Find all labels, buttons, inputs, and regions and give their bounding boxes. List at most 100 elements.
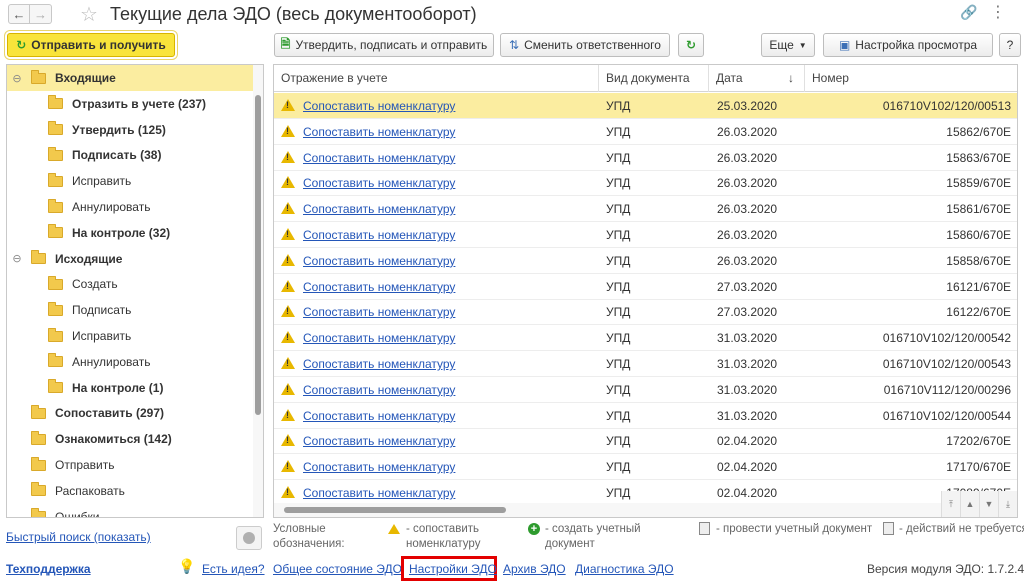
match-items-link[interactable]: Сопоставить номенклатуру: [303, 454, 455, 480]
scroll-bottom-icon[interactable]: ⤓: [998, 491, 1017, 517]
match-items-link[interactable]: Сопоставить номенклатуру: [303, 428, 455, 454]
tree-item[interactable]: Исправить: [7, 323, 253, 349]
tree-item[interactable]: Подписать: [7, 297, 253, 323]
match-items-link[interactable]: Сопоставить номенклатуру: [303, 299, 455, 325]
table-row[interactable]: Сопоставить номенклатуру УПД 26.03.2020 158…: [274, 170, 1017, 197]
doc-type-cell: УПД: [606, 99, 631, 113]
table-row[interactable]: Сопоставить номенклатуру УПД 26.03.2020 158…: [274, 222, 1017, 248]
link-icon[interactable]: 🔗: [960, 4, 977, 21]
warning-icon: [281, 124, 295, 137]
match-items-link[interactable]: Сопоставить номенклатуру: [303, 274, 455, 300]
documents-table: Отражение в учете Вид документа Дата ↓ Н…: [273, 64, 1018, 518]
tree-scroll-thumb[interactable]: [255, 95, 261, 415]
tree-item[interactable]: ⊖ Входящие: [7, 65, 253, 91]
view-settings-button[interactable]: ▣ Настройка просмотра: [823, 33, 993, 57]
match-items-link[interactable]: Сопоставить номенклатуру: [303, 377, 455, 403]
folder-icon: [48, 95, 63, 110]
more-menu-icon[interactable]: ⋮: [990, 2, 1006, 22]
idea-link[interactable]: Есть идея?: [202, 562, 265, 576]
edo-settings-link[interactable]: Настройки ЭДО: [409, 562, 497, 576]
tree-item[interactable]: Создать: [7, 271, 253, 297]
column-header-accounting[interactable]: Отражение в учете: [274, 65, 599, 92]
tree-item[interactable]: Ошибки: [7, 504, 253, 517]
table-row[interactable]: Сопоставить номенклатуру УПД 31.03.2020 016…: [274, 351, 1017, 377]
match-items-link[interactable]: Сопоставить номенклатуру: [303, 145, 455, 171]
match-items-link[interactable]: Сопоставить номенклатуру: [303, 248, 455, 274]
tree-item[interactable]: Отправить: [7, 452, 253, 478]
table-row[interactable]: Сопоставить номенклатуру УПД 26.03.2020 158…: [274, 196, 1017, 223]
tree-item[interactable]: Аннулировать: [7, 194, 253, 220]
folder-icon: [31, 430, 46, 445]
column-header-number[interactable]: Номер: [805, 65, 1017, 92]
tree-item[interactable]: Ознакомиться (142): [7, 426, 253, 452]
tree-item[interactable]: Распаковать: [7, 478, 253, 504]
collapse-icon[interactable]: ⊖: [11, 252, 23, 265]
change-responsible-button[interactable]: ⇅ Сменить ответственного: [500, 33, 670, 57]
table-row[interactable]: Сопоставить номенклатуру УПД 31.03.2020 016…: [274, 377, 1017, 403]
warning-icon: [281, 486, 295, 498]
scroll-up-icon[interactable]: ▲: [960, 491, 979, 517]
date-cell: 02.04.2020: [717, 434, 778, 449]
scroll-top-icon[interactable]: ⤒: [941, 491, 960, 517]
match-items-link[interactable]: Сопоставить номенклатуру: [303, 403, 455, 429]
table-row[interactable]: Сопоставить номенклатуру УПД 27.03.2020 161…: [274, 299, 1017, 326]
refresh-button[interactable]: ↻: [678, 33, 704, 57]
table-row[interactable]: Сопоставить номенклатуру УПД 25.03.2020 016…: [274, 93, 1017, 119]
help-button[interactable]: ?: [999, 33, 1021, 57]
tree-item[interactable]: ⊖ Исходящие: [7, 246, 253, 272]
table-row[interactable]: Сопоставить номенклатуру УПД 31.03.2020 016…: [274, 403, 1017, 429]
approve-sign-send-button[interactable]: 🗎 Утвердить, подписать и отправить: [274, 33, 494, 57]
table-row[interactable]: Сопоставить номенклатуру УПД 02.04.2020 171…: [274, 454, 1017, 481]
match-items-link[interactable]: Сопоставить номенклатуру: [303, 93, 455, 119]
tree-item[interactable]: Подписать (38): [7, 142, 253, 168]
date-cell: 26.03.2020: [717, 228, 778, 242]
table-hscrollbar[interactable]: [274, 503, 944, 517]
round-action-button[interactable]: [236, 526, 262, 550]
scroll-down-icon[interactable]: ▼: [979, 491, 998, 517]
tree-item[interactable]: Утвердить (125): [7, 117, 253, 143]
table-row[interactable]: Сопоставить номенклатуру УПД 31.03.2020 016…: [274, 325, 1017, 352]
warning-icon: [281, 434, 295, 447]
table-row[interactable]: Сопоставить номенклатуру УПД 02.04.2020 172…: [274, 428, 1017, 455]
warning-icon: [281, 176, 295, 189]
support-link[interactable]: Техподдержка: [6, 562, 91, 576]
table-row[interactable]: Сопоставить номенклатуру УПД 27.03.2020 161…: [274, 274, 1017, 300]
tree-item-label: Отправить: [55, 458, 115, 472]
table-row[interactable]: Сопоставить номенклатуру УПД 26.03.2020 158…: [274, 145, 1017, 171]
back-button[interactable]: ←: [8, 4, 30, 24]
match-items-link[interactable]: Сопоставить номенклатуру: [303, 325, 455, 351]
table-hscroll-thumb[interactable]: [284, 507, 506, 513]
forward-button[interactable]: →: [30, 4, 52, 24]
column-header-doc-type[interactable]: Вид документа: [599, 65, 709, 92]
tree-item-label: Создать: [72, 277, 118, 292]
folder-tree: ⊖ Входящие Отразить в учете (237) Утвердить…: [6, 64, 264, 518]
tree-item[interactable]: Сопоставить (297): [7, 400, 253, 426]
match-items-link[interactable]: Сопоставить номенклатуру: [303, 170, 455, 196]
match-items-link[interactable]: Сопоставить номенклатуру: [303, 119, 455, 145]
more-button[interactable]: Еще ▼: [761, 33, 815, 57]
column-header-label: Отражение в учете: [281, 71, 388, 85]
table-row[interactable]: Сопоставить номенклатуру УПД 26.03.2020 158…: [274, 248, 1017, 274]
table-row[interactable]: Сопоставить номенклатуру УПД 26.03.2020 158…: [274, 119, 1017, 145]
tree-item[interactable]: На контроле (1): [7, 375, 253, 401]
edo-archive-link[interactable]: Архив ЭДО: [503, 562, 566, 576]
folder-icon: [48, 172, 63, 187]
column-header-date[interactable]: Дата ↓: [709, 65, 805, 92]
edo-status-link[interactable]: Общее состояние ЭДО: [273, 562, 402, 576]
match-items-link[interactable]: Сопоставить номенклатуру: [303, 196, 455, 222]
legend-match: - сопоставить номенклатуру: [406, 523, 481, 550]
tree-item[interactable]: Аннулировать: [7, 349, 253, 375]
match-items-link[interactable]: Сопоставить номенклатуру: [303, 351, 455, 377]
tree-item[interactable]: На контроле (32): [7, 220, 253, 246]
tree-scrollbar[interactable]: [253, 65, 263, 517]
send-receive-button[interactable]: ↻ Отправить и получить: [7, 33, 175, 57]
tree-item[interactable]: Исправить: [7, 168, 253, 194]
star-icon[interactable]: ☆: [80, 2, 98, 27]
quick-search-link[interactable]: Быстрый поиск (показать): [6, 530, 151, 544]
edo-diagnostics-link[interactable]: Диагностика ЭДО: [575, 562, 674, 576]
folder-icon: [31, 250, 46, 265]
match-items-link[interactable]: Сопоставить номенклатуру: [303, 222, 455, 248]
collapse-icon[interactable]: ⊖: [11, 72, 23, 85]
column-header-label: Номер: [812, 71, 849, 85]
tree-item[interactable]: Отразить в учете (237): [7, 91, 253, 117]
